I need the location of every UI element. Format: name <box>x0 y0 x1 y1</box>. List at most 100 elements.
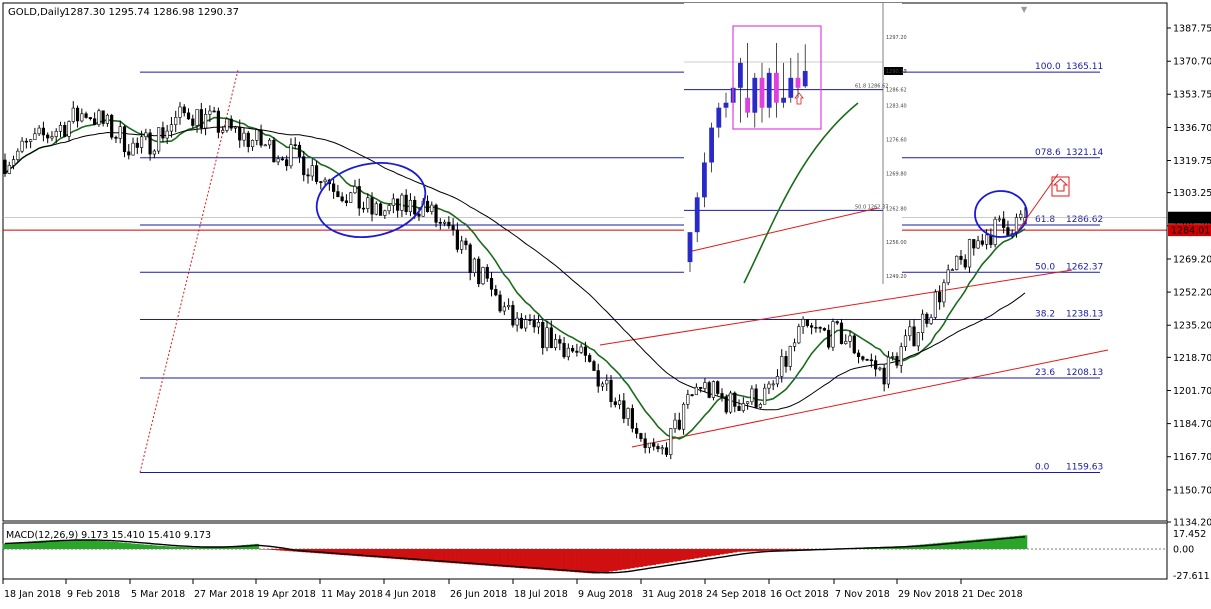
candle-body <box>814 326 818 329</box>
candle-body <box>524 319 528 329</box>
macd-histogram-bar <box>147 544 153 549</box>
time-tick-label: 18 Jul 2018 <box>514 589 568 600</box>
candle-body <box>71 107 75 122</box>
candle-body <box>716 381 720 394</box>
time-tick-label: 27 Mar 2018 <box>194 589 254 600</box>
inset-price-label: 1262.80 <box>886 206 907 212</box>
candle-body <box>221 130 225 133</box>
macd-axis-label: 17.452 <box>1173 529 1206 540</box>
candle-body <box>37 127 41 135</box>
fibonacci-retracement[interactable]: 100.0 1365.11 078.6 1321.14 61.8 1286.62 50.0 1… <box>3 62 1167 473</box>
macd-histogram-bar <box>70 539 76 549</box>
time-axis: 18 Jan 2018 9 Feb 2018 5 Mar 2018 27 Mar 20… <box>2 579 1023 600</box>
price-chart[interactable]: GOLD,Daily 1287.30 1295.74 1286.98 1290.… <box>0 0 1211 605</box>
price-tick-label: 1252.20 <box>1173 288 1211 299</box>
candle-body <box>417 213 421 217</box>
inset-price-label: 1286.62 <box>886 88 907 94</box>
macd-histogram-bar <box>160 545 166 549</box>
candle-body <box>515 317 519 326</box>
chevron-down-icon[interactable]: ▼ <box>1021 5 1028 14</box>
candle-body <box>874 360 878 370</box>
candle-body <box>195 109 199 126</box>
candle-body <box>822 328 827 331</box>
macd-histogram-bar <box>770 549 776 551</box>
macd-histogram-bar <box>135 543 140 549</box>
macd-histogram-bar <box>681 549 686 561</box>
candle-body <box>622 400 626 419</box>
inset-price-label: 1256.00 <box>886 240 907 246</box>
macd-histogram-bar <box>62 539 68 549</box>
macd-histogram-bar <box>130 543 136 549</box>
candle-body <box>694 386 698 396</box>
macd-histogram-bar <box>566 549 571 572</box>
candle-body <box>626 408 630 419</box>
candle-body <box>758 403 762 408</box>
candle-body <box>242 132 246 141</box>
candle-body <box>767 383 771 389</box>
candle-body <box>54 131 58 137</box>
inset-candle-body <box>788 77 794 98</box>
candle-body <box>255 129 259 141</box>
candle-body <box>357 186 361 209</box>
time-tick-label: 31 Aug 2018 <box>642 589 703 600</box>
time-tick-label: 21 Dec 2018 <box>962 589 1023 600</box>
candle-body <box>118 126 122 139</box>
fib-ratio-label: 0.0 <box>1035 462 1050 472</box>
macd-histogram-bar <box>736 549 742 552</box>
price-tick-label: 1201.70 <box>1173 386 1211 397</box>
macd-histogram-bar <box>779 549 785 551</box>
candle-body <box>498 294 502 312</box>
candle-body <box>161 127 165 139</box>
candle-body <box>669 428 673 455</box>
candle-body <box>844 341 848 344</box>
candle-body <box>391 198 395 206</box>
candle-body <box>660 447 664 450</box>
macd-histogram-bar <box>109 541 114 549</box>
candle-body <box>477 258 481 285</box>
candle-body <box>383 210 387 216</box>
macd-label: MACD(12,26,9) 9.173 15.410 15.410 9.173 <box>6 530 211 541</box>
candle-body <box>792 342 797 347</box>
candle-body <box>349 192 353 203</box>
candle-body <box>114 136 118 139</box>
candle-body <box>771 383 775 386</box>
macd-histogram-bar <box>728 549 733 554</box>
candle-body <box>238 126 242 141</box>
macd-histogram-bar <box>173 546 179 549</box>
inset-candle-body <box>795 77 801 88</box>
candle-body <box>182 106 186 114</box>
target-box <box>1051 176 1070 197</box>
fib-price-label: 1238.13 <box>1066 310 1103 320</box>
macd-histogram-bar <box>612 549 618 571</box>
macd-histogram-bar <box>659 549 665 564</box>
candle-body <box>942 282 946 303</box>
macd-histogram-bar <box>745 549 750 552</box>
candle-body <box>165 130 169 139</box>
macd-histogram-bar <box>591 549 597 574</box>
candle-body <box>225 118 229 131</box>
candle-body <box>856 352 861 358</box>
macd-histogram-bar <box>689 549 695 560</box>
macd-histogram-bar <box>459 549 464 564</box>
candle-body <box>596 370 600 387</box>
candle-body <box>29 139 33 142</box>
candle-body <box>929 317 933 324</box>
candle-body <box>724 396 728 413</box>
candle-body <box>588 355 592 362</box>
macd-histogram-bar <box>698 549 703 558</box>
candle-body <box>250 140 255 147</box>
macd-histogram-bar <box>664 549 669 563</box>
candle-body <box>647 442 652 448</box>
candle-body <box>306 174 310 177</box>
candle-body <box>528 319 532 321</box>
candle-body <box>297 144 302 158</box>
macd-histogram-bar <box>83 540 89 549</box>
candle-body <box>50 136 54 139</box>
macd-histogram-bar <box>156 545 161 549</box>
macd-histogram-bar <box>126 543 132 549</box>
candle-body <box>451 225 455 231</box>
macd-histogram-bar <box>630 549 635 569</box>
candle-body <box>737 406 741 411</box>
macd-histogram-bar <box>702 549 708 558</box>
candle-body <box>562 342 566 358</box>
